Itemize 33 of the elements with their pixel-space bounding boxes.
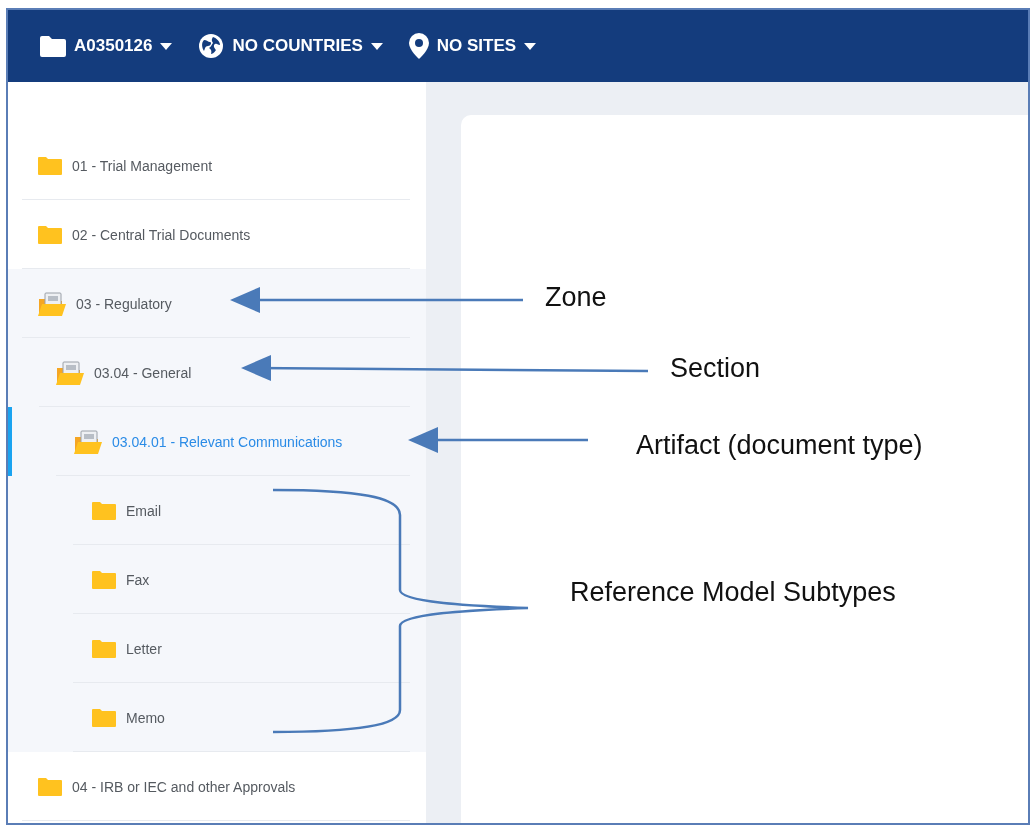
tree-item[interactable]: Fax <box>8 545 426 614</box>
tree-item[interactable]: Memo <box>8 683 426 752</box>
tree-item[interactable]: 04 - IRB or IEC and other Approvals <box>8 752 426 821</box>
folder-icon <box>38 156 62 175</box>
open-folder-icon <box>56 360 84 385</box>
tree-item[interactable]: 03 - Regulatory <box>8 269 426 338</box>
caret-icon <box>524 42 537 50</box>
tree-item[interactable]: 02 - Central Trial Documents <box>8 200 426 269</box>
folder-icon <box>92 570 116 589</box>
folder-icon <box>38 777 62 796</box>
toolbar-dropdown[interactable]: NO COUNTRIES <box>198 33 383 59</box>
location-pin-icon <box>408 33 429 59</box>
folder-icon <box>92 708 116 727</box>
tree-item[interactable]: 01 - Trial Management <box>8 131 426 200</box>
caret-icon <box>160 42 173 50</box>
open-folder-icon <box>38 291 66 316</box>
folder-icon <box>40 35 66 57</box>
toolbar-dropdown[interactable]: A0350126 <box>40 35 173 57</box>
folder-icon <box>92 639 116 658</box>
caret-icon <box>370 42 383 50</box>
globe-icon <box>198 33 225 59</box>
toolbar-dropdown[interactable]: NO SITES <box>408 33 537 59</box>
annotation-label: Reference Model Subtypes <box>570 577 896 608</box>
tree-item[interactable]: Email <box>8 476 426 545</box>
folder-icon <box>38 225 62 244</box>
annotation-label: Zone <box>545 282 607 313</box>
annotation-label: Section <box>670 353 761 384</box>
open-folder-icon <box>74 429 102 454</box>
tree-item[interactable]: Letter <box>8 614 426 683</box>
annotation-label: Artifact (document type) <box>636 430 923 461</box>
tree-item[interactable]: 03.04 - General <box>8 338 426 407</box>
selection-indicator <box>8 407 12 476</box>
folder-icon <box>92 501 116 520</box>
